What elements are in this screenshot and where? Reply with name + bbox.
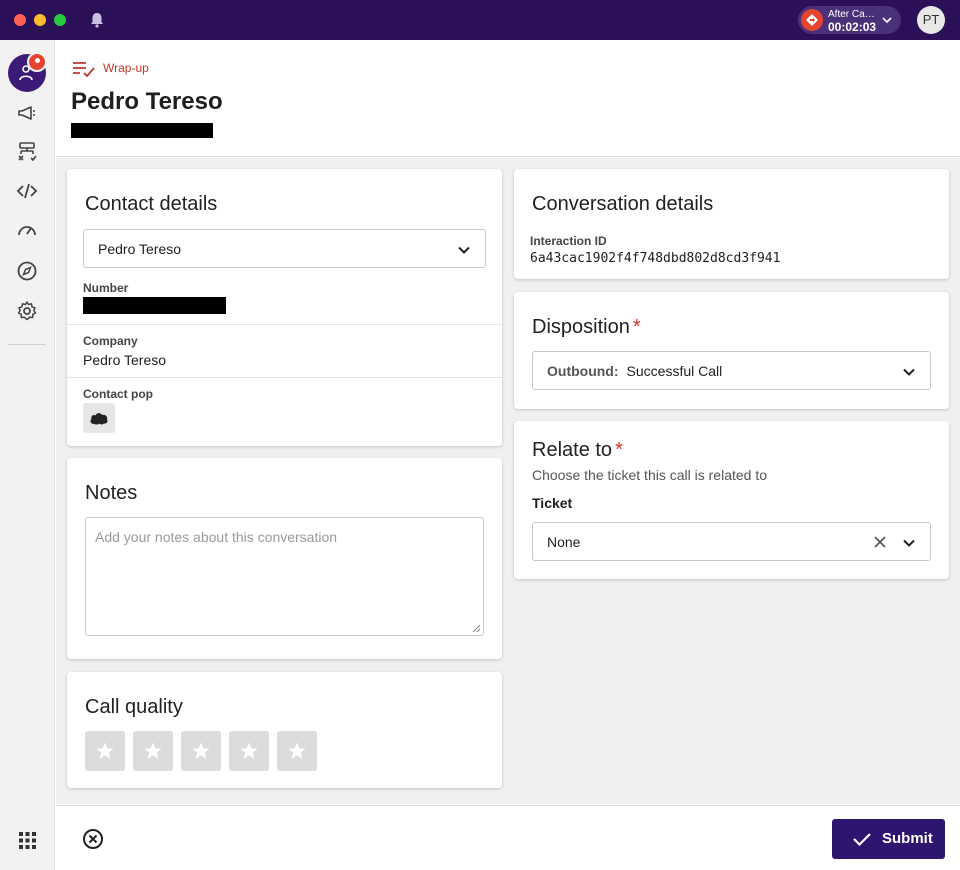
gear-icon [17, 301, 37, 321]
star-rating-4[interactable] [229, 731, 269, 771]
bell-icon[interactable] [88, 11, 106, 29]
relate-to-subtitle: Choose the ticket this call is related t… [532, 467, 768, 483]
footer-bar: Submit [56, 805, 960, 870]
section-label: Wrap-up [103, 61, 149, 75]
sidebar-item-dashboard[interactable] [16, 219, 38, 241]
contact-select-value: Pedro Tereso [98, 241, 182, 257]
conversation-details-card: Conversation details Interaction ID 6a43… [514, 169, 949, 279]
salesforce-cloud-icon [90, 413, 108, 425]
notes-textarea[interactable]: Add your notes about this conversation [85, 517, 484, 636]
minimize-window-button[interactable] [34, 14, 46, 26]
sidebar-item-developer[interactable] [16, 180, 38, 202]
contact-select[interactable]: Pedro Tereso [83, 229, 486, 268]
sidebar [0, 40, 55, 870]
required-mark: * [632, 316, 641, 338]
chevron-down-icon [458, 246, 470, 254]
card-title: Notes [85, 482, 138, 504]
card-title: Call quality [85, 696, 183, 718]
close-window-button[interactable] [14, 14, 26, 26]
disposition-prefix: Outbound: [547, 363, 619, 379]
card-title: Contact details [85, 193, 218, 215]
cancel-button[interactable] [82, 828, 104, 850]
avatar[interactable]: PT [917, 6, 945, 34]
star-rating-3[interactable] [181, 731, 221, 771]
redacted-number [83, 297, 226, 314]
compass-icon [17, 261, 37, 281]
disposition-select[interactable]: Outbound: Successful Call [532, 351, 931, 390]
submit-label: Submit [882, 830, 933, 847]
wrap-up-icon [73, 62, 95, 78]
star-icon [144, 742, 162, 759]
resize-handle-icon[interactable] [472, 624, 481, 633]
notes-placeholder: Add your notes about this conversation [95, 529, 338, 545]
chevron-down-icon [882, 17, 892, 24]
page-title: Pedro Tereso [71, 88, 223, 115]
star-icon [96, 742, 114, 759]
card-title: Relate to * [532, 439, 623, 462]
sidebar-divider [8, 344, 46, 345]
ticket-label: Ticket [532, 495, 573, 511]
megaphone-icon [18, 106, 35, 120]
sidebar-item-settings[interactable] [16, 300, 38, 322]
sidebar-item-campaigns[interactable] [16, 102, 38, 124]
star-icon [240, 742, 258, 759]
notification-badge [27, 52, 47, 72]
contact-pop-label: Contact pop [83, 387, 153, 401]
card-title: Conversation details [532, 193, 714, 215]
star-rating-2[interactable] [133, 731, 173, 771]
star-rating-5[interactable] [277, 731, 317, 771]
contact-details-card: Contact details Pedro Tereso Number Comp… [67, 169, 502, 446]
maximize-window-button[interactable] [54, 14, 66, 26]
ticket-select[interactable]: None [532, 522, 931, 561]
chevron-down-icon [903, 539, 915, 547]
divider [67, 324, 502, 325]
status-timer: 00:02:03 [828, 20, 877, 34]
card-title: Disposition * [532, 316, 641, 339]
interaction-id-value: 6a43cac1902f4f748dbd802d8cd3f941 [530, 251, 781, 266]
redacted-phone [71, 123, 213, 138]
page-header: Wrap-up Pedro Tereso [56, 40, 960, 157]
apps-grid-icon[interactable] [19, 832, 36, 849]
disposition-title: Disposition [532, 316, 630, 338]
star-icon [192, 742, 210, 759]
relate-to-title: Relate to [532, 439, 613, 461]
sidebar-item-flows[interactable] [16, 141, 38, 163]
gauge-icon [18, 226, 36, 236]
divider [67, 377, 502, 378]
relate-to-card: Relate to * Choose the ticket this call i… [514, 421, 949, 579]
submit-button[interactable]: Submit [832, 819, 945, 859]
disposition-value: Successful Call [626, 363, 723, 379]
star-rating-1[interactable] [85, 731, 125, 771]
notes-card: Notes Add your notes about this conversa… [67, 458, 502, 659]
sidebar-item-explore[interactable] [16, 260, 38, 282]
disposition-card: Disposition * Outbound: Successful Call [514, 292, 949, 409]
close-circle-icon [83, 829, 103, 849]
check-icon [853, 833, 871, 847]
main-content: Contact details Pedro Tereso Number Comp… [56, 158, 960, 804]
status-icon [801, 9, 823, 31]
number-label: Number [83, 281, 129, 295]
call-quality-card: Call quality [67, 672, 502, 788]
clear-icon[interactable] [873, 535, 887, 549]
company-label: Company [83, 334, 138, 348]
star-icon [288, 742, 306, 759]
company-value: Pedro Tereso [83, 352, 167, 368]
salesforce-button[interactable] [83, 403, 115, 433]
flow-icon [18, 142, 37, 162]
agent-status-dropdown[interactable]: After Call Work 00:02:03 [798, 6, 901, 34]
title-bar: After Call Work 00:02:03 PT [0, 0, 960, 40]
interaction-id-label: Interaction ID [530, 234, 607, 248]
ticket-value: None [547, 534, 581, 550]
status-label: After Call Work [828, 9, 876, 20]
required-mark: * [615, 439, 623, 461]
chevron-down-icon [903, 368, 915, 376]
code-icon [16, 183, 38, 199]
